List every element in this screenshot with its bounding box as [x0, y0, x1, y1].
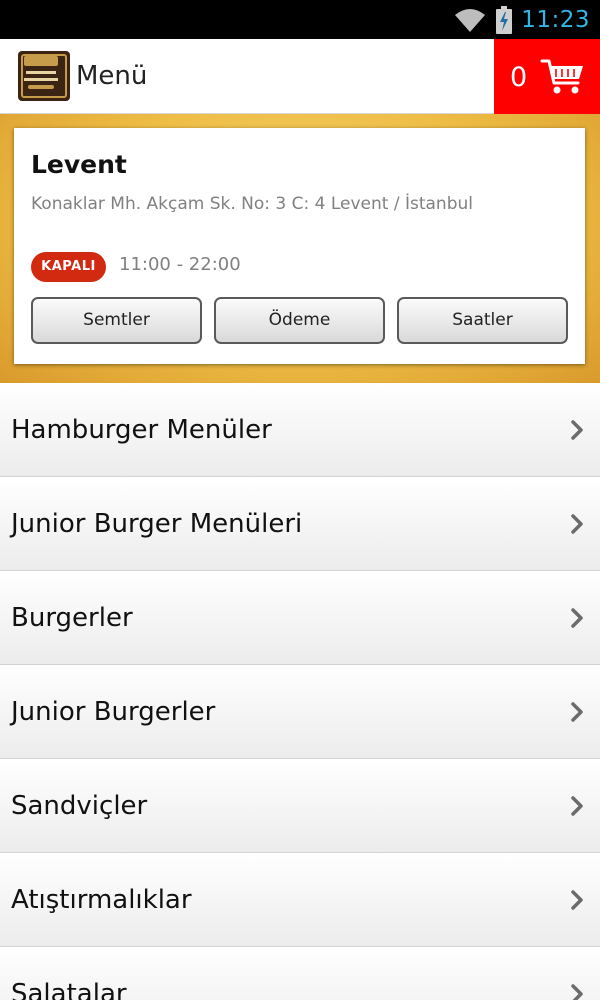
payment-button[interactable]: Ödeme: [214, 297, 385, 344]
status-badge: KAPALI: [31, 252, 106, 282]
battery-charging-icon: [496, 5, 513, 34]
chevron-right-icon: [571, 420, 583, 440]
wifi-icon: [455, 8, 486, 32]
category-label: Salatalar: [11, 979, 127, 1000]
category-label: Atıştırmalıklar: [11, 885, 192, 915]
status-icons: 11:23: [453, 0, 590, 39]
category-list: Hamburger Menüler Junior Burger Menüleri…: [0, 383, 600, 1000]
category-label: Burgerler: [11, 603, 133, 633]
shopping-cart-icon: [540, 59, 583, 94]
category-label: Junior Burger Menüleri: [11, 509, 303, 539]
status-bar: 11:23: [0, 0, 600, 39]
category-item-burgers[interactable]: Burgerler: [0, 571, 600, 665]
branch-name: Levent: [31, 150, 127, 179]
chevron-right-icon: [571, 796, 583, 816]
chevron-right-icon: [571, 608, 583, 628]
chevron-right-icon: [571, 984, 583, 1000]
category-item-hamburger-menus[interactable]: Hamburger Menüler: [0, 383, 600, 477]
category-label: Hamburger Menüler: [11, 415, 272, 445]
chevron-right-icon: [571, 890, 583, 910]
chevron-right-icon: [571, 702, 583, 722]
clock: 11:23: [521, 6, 590, 33]
category-item-junior-burgers[interactable]: Junior Burgerler: [0, 665, 600, 759]
hero-banner: Levent Konaklar Mh. Akçam Sk. No: 3 C: 4…: [0, 114, 600, 383]
category-item-salads[interactable]: Salatalar: [0, 947, 600, 1000]
hours-button[interactable]: Saatler: [397, 297, 568, 344]
category-label: Sandviçler: [11, 791, 148, 821]
page-title: Menü: [76, 61, 148, 91]
category-item-snacks[interactable]: Atıştırmalıklar: [0, 853, 600, 947]
category-label: Junior Burgerler: [11, 697, 216, 727]
branch-card: Levent Konaklar Mh. Akçam Sk. No: 3 C: 4…: [14, 128, 585, 364]
category-item-sandwiches[interactable]: Sandviçler: [0, 759, 600, 853]
opening-hours: 11:00 - 22:00: [119, 254, 241, 275]
districts-button[interactable]: Semtler: [31, 297, 202, 344]
branch-address: Konaklar Mh. Akçam Sk. No: 3 C: 4 Levent…: [31, 194, 473, 214]
category-item-junior-burger-menus[interactable]: Junior Burger Menüleri: [0, 477, 600, 571]
cart-count: 0: [510, 62, 528, 93]
action-bar: Menü 0: [0, 39, 600, 114]
route-burger-logo[interactable]: [18, 51, 70, 101]
chevron-right-icon: [571, 514, 583, 534]
cart-button[interactable]: 0: [494, 39, 600, 114]
